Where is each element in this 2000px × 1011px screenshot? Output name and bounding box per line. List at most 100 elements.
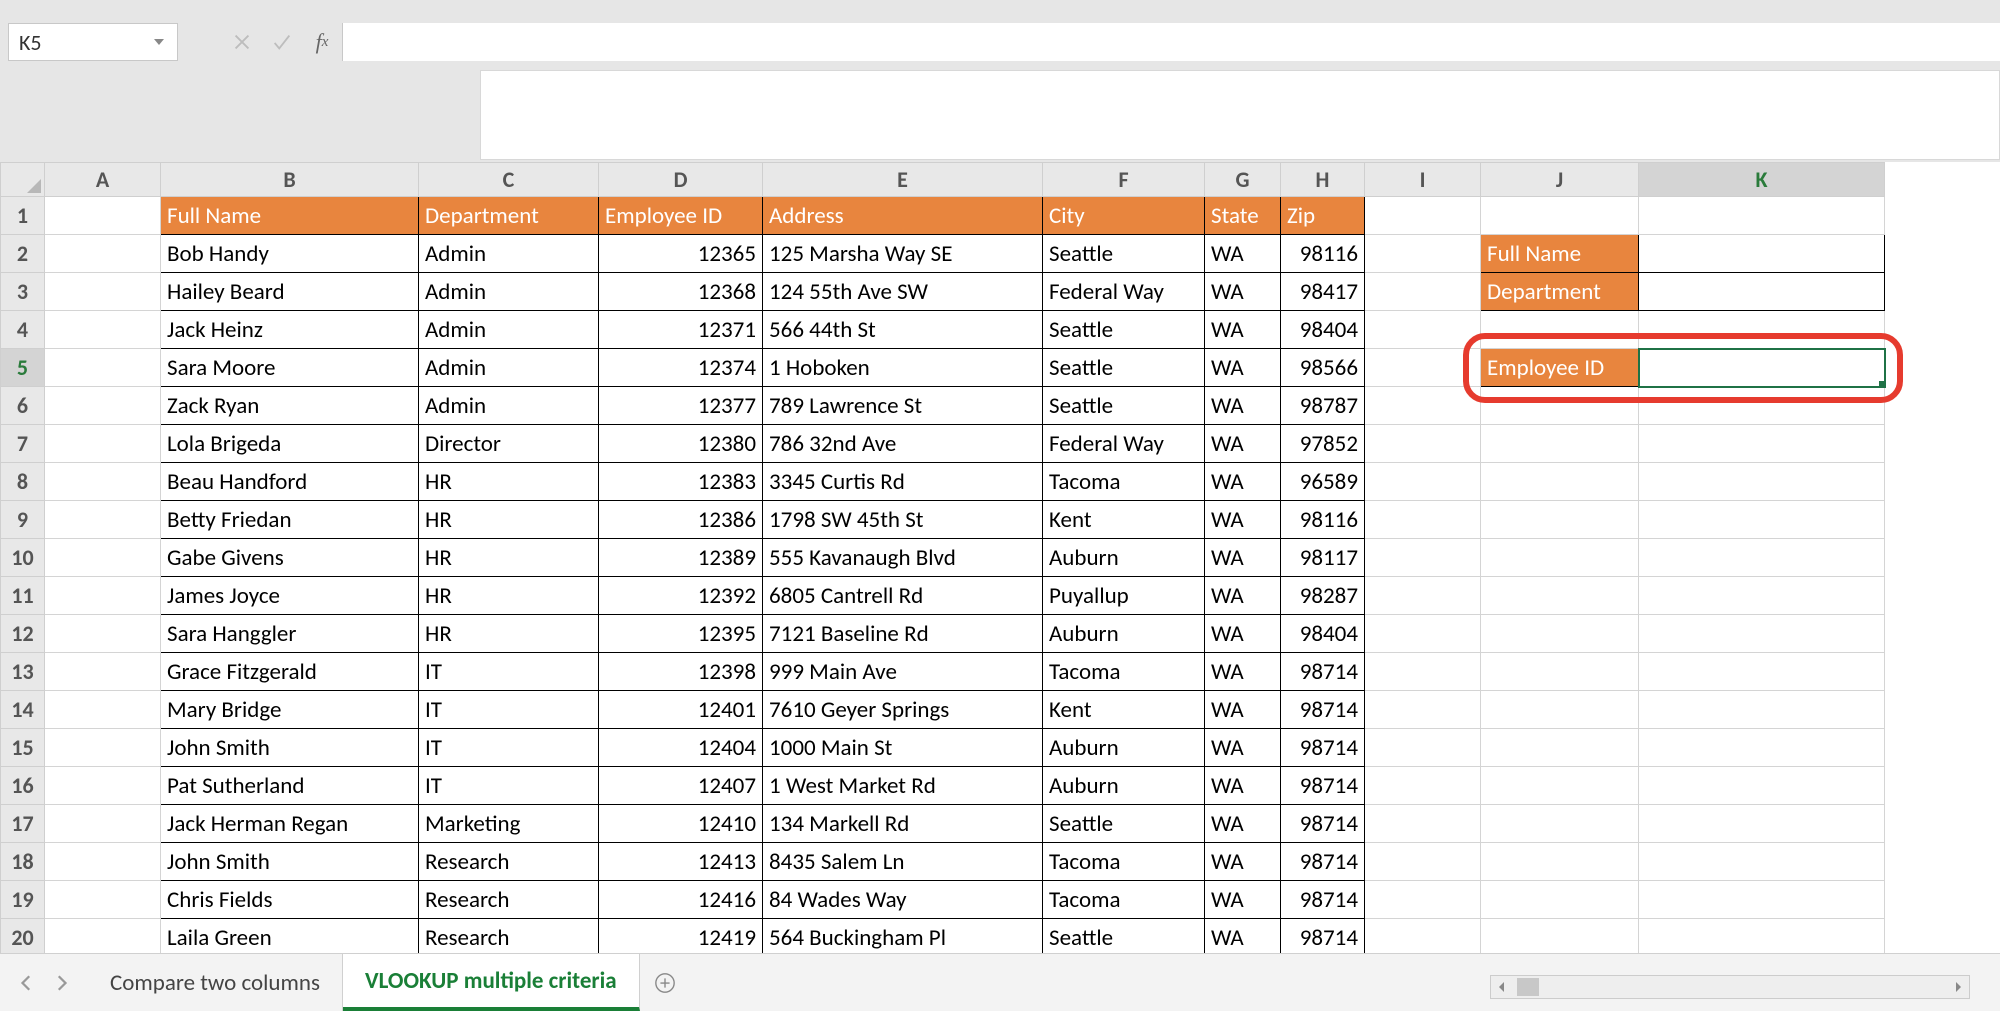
cell-D4[interactable]: 12371 <box>599 311 763 349</box>
cell-B19[interactable]: Chris Fields <box>161 881 419 919</box>
cell-F10[interactable]: Auburn <box>1043 539 1205 577</box>
cell-G16[interactable]: WA <box>1205 767 1281 805</box>
cell-B4[interactable]: Jack Heinz <box>161 311 419 349</box>
cell-H6[interactable]: 98787 <box>1281 387 1365 425</box>
cell-D19[interactable]: 12416 <box>599 881 763 919</box>
cell-E2[interactable]: 125 Marsha Way SE <box>763 235 1043 273</box>
cell-C13[interactable]: IT <box>419 653 599 691</box>
cell-B15[interactable]: John Smith <box>161 729 419 767</box>
cell-D18[interactable]: 12413 <box>599 843 763 881</box>
cell-B1[interactable]: Full Name <box>161 197 419 235</box>
cell-A17[interactable] <box>45 805 161 843</box>
select-all-corner[interactable] <box>1 163 45 197</box>
cell-D10[interactable]: 12389 <box>599 539 763 577</box>
cell-G13[interactable]: WA <box>1205 653 1281 691</box>
cell-D11[interactable]: 12392 <box>599 577 763 615</box>
cell-A6[interactable] <box>45 387 161 425</box>
cell-G12[interactable]: WA <box>1205 615 1281 653</box>
cell-H3[interactable]: 98417 <box>1281 273 1365 311</box>
cell-D3[interactable]: 12368 <box>599 273 763 311</box>
row-header-18[interactable]: 18 <box>1 843 45 881</box>
cell-J14[interactable] <box>1481 691 1639 729</box>
cell-H10[interactable]: 98117 <box>1281 539 1365 577</box>
cell-A3[interactable] <box>45 273 161 311</box>
cell-I16[interactable] <box>1365 767 1481 805</box>
cell-A9[interactable] <box>45 501 161 539</box>
cell-J9[interactable] <box>1481 501 1639 539</box>
cell-H20[interactable]: 98714 <box>1281 919 1365 957</box>
cell-K17[interactable] <box>1639 805 1885 843</box>
cell-F12[interactable]: Auburn <box>1043 615 1205 653</box>
cell-H16[interactable]: 98714 <box>1281 767 1365 805</box>
cell-B9[interactable]: Betty Friedan <box>161 501 419 539</box>
cell-G18[interactable]: WA <box>1205 843 1281 881</box>
tab-scroll-left-icon[interactable] <box>14 970 40 996</box>
cell-E20[interactable]: 564 Buckingham Pl <box>763 919 1043 957</box>
col-header-C[interactable]: C <box>419 163 599 197</box>
cell-F2[interactable]: Seattle <box>1043 235 1205 273</box>
col-header-I[interactable]: I <box>1365 163 1481 197</box>
cell-K2[interactable] <box>1639 235 1885 273</box>
spreadsheet-grid[interactable]: ABCDEFGHIJK1Full NameDepartmentEmployee … <box>0 162 2000 953</box>
cell-F9[interactable]: Kent <box>1043 501 1205 539</box>
cell-K6[interactable] <box>1639 387 1885 425</box>
cell-C5[interactable]: Admin <box>419 349 599 387</box>
cell-E9[interactable]: 1798 SW 45th St <box>763 501 1043 539</box>
cell-D8[interactable]: 12383 <box>599 463 763 501</box>
cell-I3[interactable] <box>1365 273 1481 311</box>
cell-E13[interactable]: 999 Main Ave <box>763 653 1043 691</box>
cell-G7[interactable]: WA <box>1205 425 1281 463</box>
row-header-20[interactable]: 20 <box>1 919 45 957</box>
cell-K10[interactable] <box>1639 539 1885 577</box>
cell-I6[interactable] <box>1365 387 1481 425</box>
cell-B5[interactable]: Sara Moore <box>161 349 419 387</box>
cell-C12[interactable]: HR <box>419 615 599 653</box>
cell-B3[interactable]: Hailey Beard <box>161 273 419 311</box>
cell-F13[interactable]: Tacoma <box>1043 653 1205 691</box>
cell-A13[interactable] <box>45 653 161 691</box>
cell-F16[interactable]: Auburn <box>1043 767 1205 805</box>
col-header-G[interactable]: G <box>1205 163 1281 197</box>
cell-I15[interactable] <box>1365 729 1481 767</box>
cell-J15[interactable] <box>1481 729 1639 767</box>
cell-K8[interactable] <box>1639 463 1885 501</box>
cell-J13[interactable] <box>1481 653 1639 691</box>
cell-G3[interactable]: WA <box>1205 273 1281 311</box>
cell-I11[interactable] <box>1365 577 1481 615</box>
cell-D12[interactable]: 12395 <box>599 615 763 653</box>
chevron-down-icon[interactable] <box>151 34 167 50</box>
cell-D13[interactable]: 12398 <box>599 653 763 691</box>
cell-K12[interactable] <box>1639 615 1885 653</box>
cell-E17[interactable]: 134 Markell Rd <box>763 805 1043 843</box>
name-box[interactable]: K5 <box>8 23 178 61</box>
cell-K18[interactable] <box>1639 843 1885 881</box>
cell-K5[interactable] <box>1639 349 1885 387</box>
cell-A18[interactable] <box>45 843 161 881</box>
cell-K3[interactable] <box>1639 273 1885 311</box>
cell-H13[interactable]: 98714 <box>1281 653 1365 691</box>
tab-vlookup-multiple-criteria[interactable]: VLOOKUP multiple criteria <box>343 954 640 1011</box>
cell-J20[interactable] <box>1481 919 1639 957</box>
add-sheet-icon[interactable] <box>640 954 690 1011</box>
tab-scroll-right-icon[interactable] <box>48 970 74 996</box>
cell-E15[interactable]: 1000 Main St <box>763 729 1043 767</box>
cell-C7[interactable]: Director <box>419 425 599 463</box>
cell-H15[interactable]: 98714 <box>1281 729 1365 767</box>
cell-D16[interactable]: 12407 <box>599 767 763 805</box>
cell-F14[interactable]: Kent <box>1043 691 1205 729</box>
cell-F6[interactable]: Seattle <box>1043 387 1205 425</box>
cell-C3[interactable]: Admin <box>419 273 599 311</box>
row-header-13[interactable]: 13 <box>1 653 45 691</box>
row-header-7[interactable]: 7 <box>1 425 45 463</box>
cell-G17[interactable]: WA <box>1205 805 1281 843</box>
cell-C17[interactable]: Marketing <box>419 805 599 843</box>
row-header-17[interactable]: 17 <box>1 805 45 843</box>
cell-J5[interactable]: Employee ID <box>1481 349 1639 387</box>
cell-C15[interactable]: IT <box>419 729 599 767</box>
cell-G9[interactable]: WA <box>1205 501 1281 539</box>
cell-B12[interactable]: Sara Hanggler <box>161 615 419 653</box>
cell-E18[interactable]: 8435 Salem Ln <box>763 843 1043 881</box>
cell-H2[interactable]: 98116 <box>1281 235 1365 273</box>
cell-K11[interactable] <box>1639 577 1885 615</box>
cell-J8[interactable] <box>1481 463 1639 501</box>
